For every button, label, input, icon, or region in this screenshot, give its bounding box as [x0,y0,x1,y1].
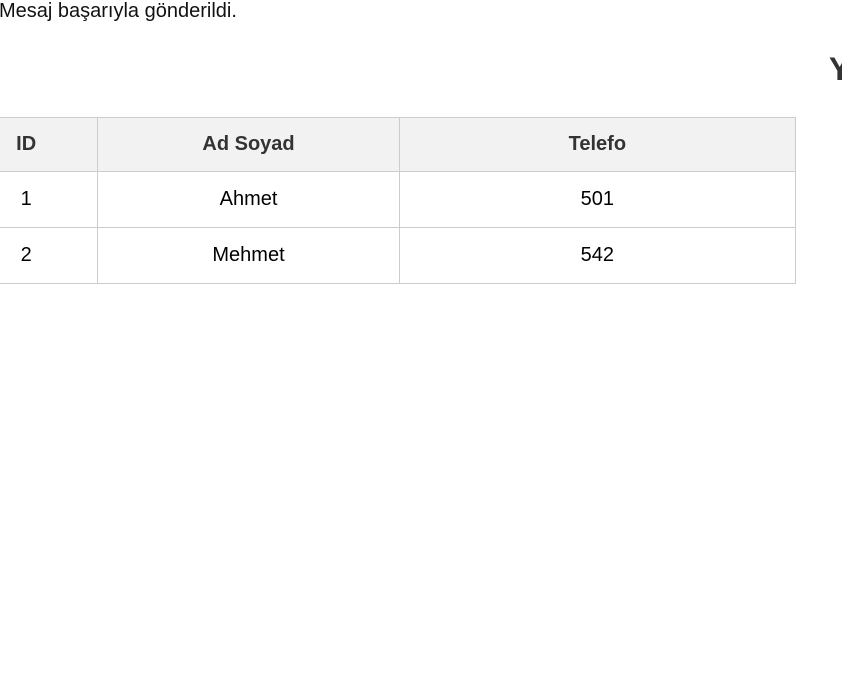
success-message: Mesaj başarıyla gönderildi. [0,0,237,22]
column-header-phone: Telefo [398,117,797,172]
cell-phone: 542 [398,227,797,284]
cell-name: Mehmet [97,227,400,284]
table-header-row: ID Ad Soyad Telefo [0,117,797,172]
records-table: ID Ad Soyad Telefo 1 Ahmet 501 2 Mehmet … [0,117,797,284]
page-viewport: Mesaj başarıyla gönderildi. Y ID Ad Soya… [0,0,842,673]
table-body: 1 Ahmet 501 2 Mehmet 542 [0,171,797,284]
cell-phone: 501 [398,171,797,228]
table-header: ID Ad Soyad Telefo [0,117,797,172]
page-title: Y [829,51,842,87]
cell-id: 1 [0,171,99,228]
column-header-name: Ad Soyad [97,117,400,172]
cell-id: 2 [0,227,99,284]
table-row: 1 Ahmet 501 [0,171,797,228]
column-header-id: ID [0,117,99,172]
cell-name: Ahmet [97,171,400,228]
table-row: 2 Mehmet 542 [0,227,797,284]
